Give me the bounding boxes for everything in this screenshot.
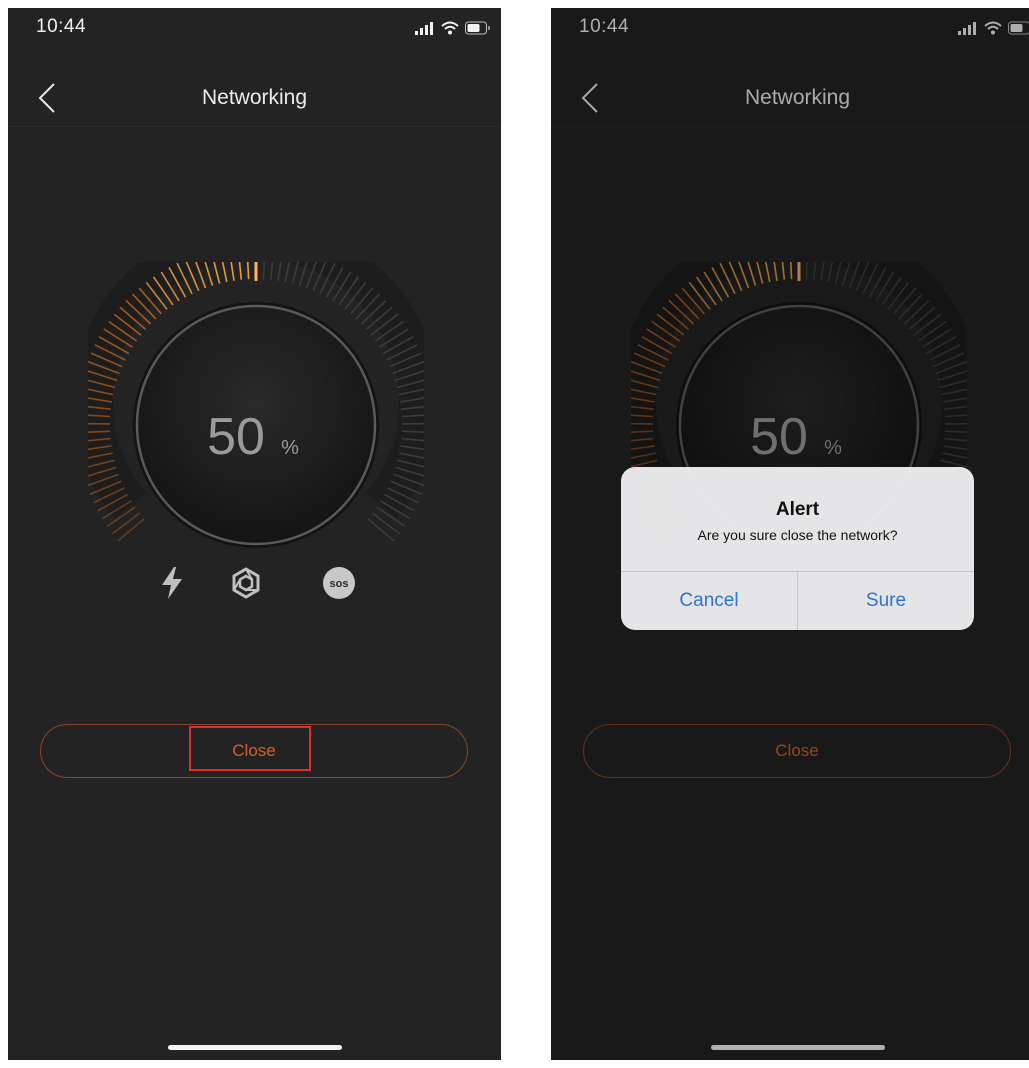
sos-mode-button[interactable]: sos [319,563,359,603]
page-title: Networking [201,86,308,109]
gauge-tick-active [238,262,243,280]
mode-icons: sos [8,563,501,603]
gauge-value: 50 [207,408,265,466]
hexagon-link-icon [232,567,260,599]
cancel-button[interactable]: Cancel [621,572,797,630]
home-indicator [168,1045,342,1050]
sos-label: sos [330,578,349,590]
signal-icon [415,22,433,35]
gauge-tick [262,262,266,280]
phone-screen-networking: 10:44 Networking 50 % sos Close [8,8,501,1060]
status-icons [415,20,491,36]
hexagon-mode-button[interactable] [226,563,266,603]
phone-screen-networking-alert: 10:44 Networking 50 % Close Alert Are yo… [551,8,1029,1060]
alert-title: Alert [775,499,820,520]
gauge-tick-active [117,518,145,542]
gauge-tick-active [221,262,228,283]
lightning-icon [162,567,182,599]
gauge-tick-active [246,262,250,280]
gauge-tick [284,262,291,283]
battery-icon [465,21,490,35]
gauge-dial[interactable]: 50 % [88,262,424,562]
gauge-pointer [254,262,258,281]
sure-button[interactable]: Sure [798,572,974,630]
sos-icon: sos [323,567,355,599]
wifi-icon [441,21,459,35]
status-time: 10:44 [36,16,87,37]
gauge-tick [269,262,274,280]
lightning-mode-button[interactable] [152,563,192,603]
gauge-tick-active [230,262,235,281]
gauge-unit: % [281,437,299,459]
navigation-bar: Networking [8,70,501,127]
alert-dialog: Alert Are you sure close the network? Ca… [621,467,974,630]
alert-message: Are you sure close the network? [697,527,898,543]
gauge-tick [277,262,282,281]
gauge-tick [367,518,395,542]
highlight-box [189,726,311,771]
